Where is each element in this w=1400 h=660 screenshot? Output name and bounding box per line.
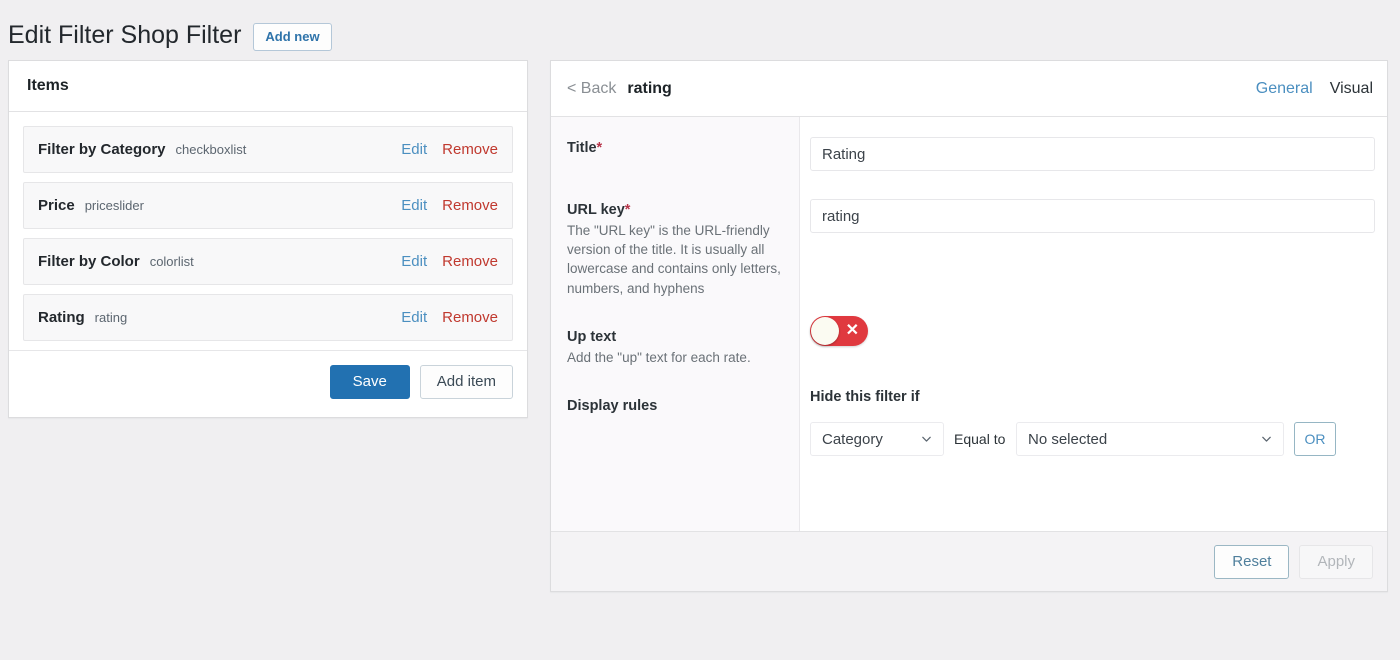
detail-panel-header: < Back rating General Visual: [551, 61, 1387, 117]
display-rules-label-block: Display rules: [567, 397, 781, 417]
field-label-column: Title* URL key* The "URL key" is the URL…: [551, 117, 800, 531]
items-panel: Items Filter by Category checkboxlist Ed…: [8, 60, 528, 418]
up-text-field-row: ✕: [810, 316, 1375, 346]
up-text-toggle[interactable]: ✕: [810, 316, 868, 346]
rule-value-text: No selected: [1028, 430, 1108, 448]
field-control-column: ✕ Hide this filter if Category Equal t: [800, 117, 1387, 531]
rule-or-button[interactable]: OR: [1294, 422, 1336, 456]
page-title: Edit Filter Shop Filter: [8, 20, 242, 49]
display-rule-row: Category Equal to No selected OR: [810, 422, 1375, 456]
item-name: Filter by Category: [38, 141, 166, 158]
title-field-row: [810, 137, 1375, 171]
title-label-block: Title*: [567, 139, 781, 159]
url-key-label-block: URL key* The "URL key" is the URL-friend…: [567, 201, 781, 298]
edit-link[interactable]: Edit: [401, 309, 427, 326]
toggle-off-cross-icon: ✕: [845, 322, 859, 339]
chevron-down-icon: [922, 436, 931, 442]
add-new-button[interactable]: Add new: [253, 22, 332, 52]
url-key-label: URL key*: [567, 201, 781, 221]
table-row[interactable]: Filter by Color colorlist Edit Remove: [23, 238, 513, 285]
required-marker: *: [624, 201, 631, 218]
items-list: Filter by Category checkboxlist Edit Rem…: [9, 112, 527, 341]
table-row[interactable]: Rating rating Edit Remove: [23, 294, 513, 341]
save-button[interactable]: Save: [329, 365, 410, 399]
detail-tabs: General Visual: [1256, 80, 1373, 98]
apply-button[interactable]: Apply: [1299, 544, 1373, 579]
rule-operator-label: Equal to: [954, 431, 1006, 447]
display-rules-label: Display rules: [567, 398, 658, 415]
remove-link[interactable]: Remove: [442, 253, 498, 270]
item-actions: Edit Remove: [401, 197, 498, 214]
title-label: Title*: [567, 139, 781, 159]
toggle-knob-icon: [811, 317, 839, 345]
title-label-text: Title: [567, 140, 597, 156]
page-header: Edit Filter Shop Filter Add new: [0, 0, 1400, 56]
items-panel-footer: Save Add item: [9, 350, 527, 417]
remove-link[interactable]: Remove: [442, 141, 498, 158]
url-key-input[interactable]: [810, 199, 1375, 233]
url-key-field-row: [810, 199, 1375, 233]
title-input[interactable]: [810, 137, 1375, 171]
reset-button[interactable]: Reset: [1214, 544, 1290, 579]
item-type: rating: [94, 310, 128, 325]
item-name: Filter by Color: [38, 253, 140, 270]
url-key-label-text: URL key: [567, 201, 625, 218]
item-actions: Edit Remove: [401, 253, 498, 270]
rule-value-select[interactable]: No selected: [1016, 422, 1284, 456]
up-text-description: Add the "up" text for each rate.: [567, 350, 751, 366]
items-panel-heading: Items: [9, 61, 527, 112]
table-row[interactable]: Filter by Category checkboxlist Edit Rem…: [23, 126, 513, 173]
table-row[interactable]: Price priceslider Edit Remove: [23, 182, 513, 229]
display-rules-field-row: Hide this filter if Category Equal to No…: [810, 389, 1375, 456]
remove-link[interactable]: Remove: [442, 309, 498, 326]
up-text-label: Up text: [567, 328, 617, 345]
item-type: colorlist: [149, 254, 194, 269]
item-type: checkboxlist: [175, 142, 247, 157]
edit-link[interactable]: Edit: [401, 141, 427, 158]
rule-condition-select[interactable]: Category: [810, 422, 944, 456]
detail-panel-footer: Reset Apply: [551, 531, 1387, 591]
item-actions: Edit Remove: [401, 141, 498, 158]
tab-visual[interactable]: Visual: [1330, 80, 1373, 98]
edit-link[interactable]: Edit: [401, 197, 427, 214]
url-key-description: The "URL key" is the URL-friendly versio…: [567, 223, 781, 296]
edit-link[interactable]: Edit: [401, 253, 427, 270]
chevron-down-icon: [1262, 436, 1271, 442]
item-name: Price: [38, 197, 75, 214]
item-type: priceslider: [84, 198, 144, 213]
rule-condition-value: Category: [822, 430, 883, 448]
detail-panel-body: Title* URL key* The "URL key" is the URL…: [551, 117, 1387, 531]
up-text-label-block: Up text Add the "up" text for each rate.: [567, 328, 781, 368]
display-rules-caption: Hide this filter if: [810, 389, 920, 405]
add-item-button[interactable]: Add item: [419, 365, 513, 399]
back-link[interactable]: < Back: [567, 80, 616, 98]
main-layout: Items Filter by Category checkboxlist Ed…: [0, 56, 1400, 592]
remove-link[interactable]: Remove: [442, 197, 498, 214]
tab-general[interactable]: General: [1256, 80, 1313, 98]
item-name: Rating: [38, 309, 85, 326]
required-marker: *: [596, 140, 603, 156]
detail-title: rating: [627, 79, 672, 97]
item-actions: Edit Remove: [401, 309, 498, 326]
detail-panel: < Back rating General Visual Title* URL …: [550, 60, 1388, 592]
